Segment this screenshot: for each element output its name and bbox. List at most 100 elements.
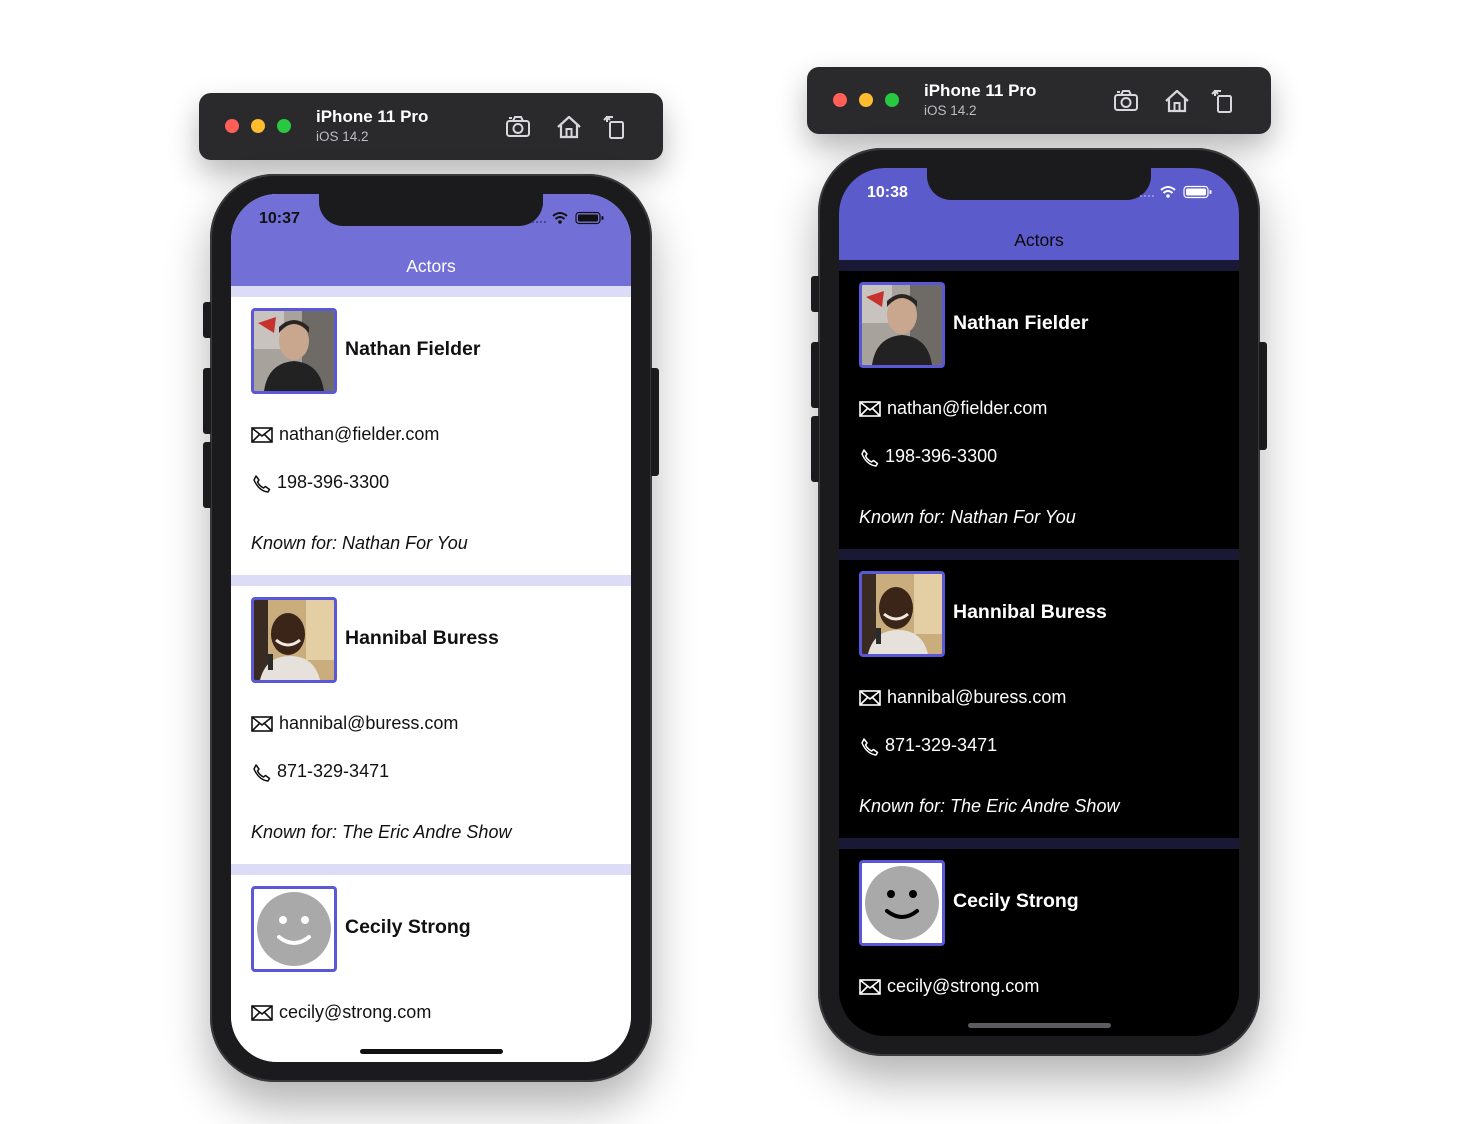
device-name: iPhone 11 Pro	[924, 81, 1037, 100]
battery-icon	[1183, 185, 1212, 199]
volume-down-button	[811, 416, 819, 482]
status-icons	[523, 211, 613, 225]
device-screen: 10:37 Actors Nathan Fielder nathan@field…	[231, 194, 631, 1062]
zoom-window-button[interactable]	[277, 119, 291, 133]
iphone-device: 10:37 Actors Nathan Fielder nathan@field…	[203, 174, 659, 1082]
actor-cell[interactable]: Cecily Strong cecily@strong.com	[839, 849, 1239, 1036]
known-for: Known for: The Eric Andre Show	[859, 796, 1120, 816]
actor-name: Nathan Fielder	[345, 338, 481, 360]
volume-down-button	[203, 442, 211, 508]
actor-name: Cecily Strong	[953, 890, 1079, 912]
actor-name: Nathan Fielder	[953, 312, 1089, 334]
iphone-device: 10:38 Actors Nathan Fielder nathan@field…	[811, 148, 1267, 1056]
actor-cell[interactable]: Nathan Fielder nathan@fielder.com 198-39…	[231, 297, 631, 575]
actor-email: hannibal@buress.com	[279, 713, 459, 733]
actor-name: Hannibal Buress	[345, 627, 499, 649]
status-icons	[1131, 185, 1221, 199]
cell-separator	[839, 549, 1239, 560]
close-window-button[interactable]	[833, 93, 847, 107]
zoom-window-button[interactable]	[885, 93, 899, 107]
actor-photo	[251, 597, 337, 683]
actor-list[interactable]: Nathan Fielder nathan@fielder.com 198-39…	[231, 286, 631, 1062]
envelope-icon	[859, 979, 881, 995]
actor-photo	[251, 308, 337, 394]
actor-email: nathan@fielder.com	[887, 398, 1048, 418]
actor-email: hannibal@buress.com	[887, 687, 1067, 707]
placeholder-smiley-icon	[251, 886, 337, 972]
envelope-icon	[251, 1005, 273, 1021]
side-button	[1259, 342, 1267, 450]
cellular-icon	[532, 221, 546, 223]
nav-title: Actors	[1014, 230, 1064, 250]
navigation-bar: 10:38 Actors	[839, 168, 1239, 260]
notch	[319, 194, 543, 226]
home-indicator[interactable]	[968, 1023, 1111, 1028]
actor-cell[interactable]: Hannibal Buress hannibal@buress.com 871-…	[231, 586, 631, 864]
nav-title: Actors	[406, 256, 456, 276]
side-button	[651, 368, 659, 476]
rotate-icon[interactable]	[1209, 87, 1239, 115]
actor-cell[interactable]: Nathan Fielder nathan@fielder.com 198-39…	[839, 271, 1239, 549]
home-icon[interactable]	[1162, 87, 1192, 115]
screenshot-icon[interactable]	[504, 113, 534, 141]
screenshot-icon[interactable]	[1112, 87, 1142, 115]
wifi-icon	[552, 212, 568, 224]
known-for: Known for: Nathan For You	[251, 533, 468, 553]
actor-cell[interactable]: Cecily Strong cecily@strong.com	[231, 875, 631, 1062]
status-time: 10:37	[259, 210, 300, 227]
cell-separator	[839, 260, 1239, 271]
phone-icon	[253, 764, 271, 782]
placeholder-smiley-icon	[859, 860, 945, 946]
envelope-icon	[859, 690, 881, 706]
simulator-titlebar: iPhone 11 Pro iOS 14.2	[199, 93, 663, 160]
actor-phone: 198-396-3300	[885, 446, 998, 466]
wifi-icon	[1160, 186, 1176, 198]
simulator-window-dark: iPhone 11 Pro iOS 14.2 10:38 Actors Nath…	[804, 0, 1284, 1124]
actor-photo	[859, 571, 945, 657]
cell-separator	[231, 864, 631, 875]
silent-switch	[203, 302, 211, 338]
envelope-icon	[859, 401, 881, 417]
device-screen: 10:38 Actors Nathan Fielder nathan@field…	[839, 168, 1239, 1036]
phone-icon	[861, 738, 879, 756]
actor-name: Cecily Strong	[345, 916, 471, 938]
known-for: Known for: The Eric Andre Show	[251, 822, 512, 842]
phone-icon	[253, 475, 271, 493]
device-name: iPhone 11 Pro	[316, 107, 429, 126]
volume-up-button	[203, 368, 211, 434]
os-version: iOS 14.2	[924, 103, 977, 118]
navigation-bar: 10:37 Actors	[231, 194, 631, 286]
status-time: 10:38	[867, 184, 908, 201]
os-version: iOS 14.2	[316, 129, 369, 144]
actor-cell[interactable]: Hannibal Buress hannibal@buress.com 871-…	[839, 560, 1239, 838]
actor-phone: 871-329-3471	[885, 735, 998, 755]
phone-icon	[861, 449, 879, 467]
actor-phone: 871-329-3471	[277, 761, 390, 781]
home-indicator[interactable]	[360, 1049, 503, 1054]
silent-switch	[811, 276, 819, 312]
actor-email: cecily@strong.com	[887, 976, 1040, 996]
known-for: Known for: Nathan For You	[859, 507, 1076, 527]
volume-up-button	[811, 342, 819, 408]
actor-email: cecily@strong.com	[279, 1002, 432, 1022]
simulator-titlebar: iPhone 11 Pro iOS 14.2	[807, 67, 1271, 134]
cell-separator	[231, 575, 631, 586]
actor-email: nathan@fielder.com	[279, 424, 440, 444]
cell-separator	[839, 838, 1239, 849]
cell-separator	[231, 286, 631, 297]
minimize-window-button[interactable]	[251, 119, 265, 133]
actor-photo	[859, 282, 945, 368]
rotate-icon[interactable]	[601, 113, 631, 141]
cellular-icon	[1140, 195, 1154, 197]
notch	[927, 168, 1151, 200]
simulator-window-light: iPhone 11 Pro iOS 14.2 10:37 Actors Nath…	[196, 26, 663, 1082]
close-window-button[interactable]	[225, 119, 239, 133]
envelope-icon	[251, 716, 273, 732]
actor-list[interactable]: Nathan Fielder nathan@fielder.com 198-39…	[839, 260, 1239, 1036]
actor-name: Hannibal Buress	[953, 601, 1107, 623]
envelope-icon	[251, 427, 273, 443]
home-icon[interactable]	[554, 113, 584, 141]
minimize-window-button[interactable]	[859, 93, 873, 107]
actor-phone: 198-396-3300	[277, 472, 390, 492]
battery-icon	[575, 211, 604, 225]
